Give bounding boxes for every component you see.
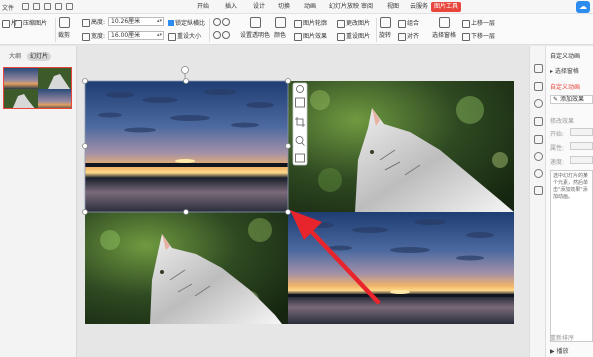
sunset-image-top-left[interactable]	[85, 81, 288, 212]
add-effect-button[interactable]: ✎ 添加效果	[550, 95, 593, 104]
speed-select[interactable]	[570, 156, 593, 164]
resize-handle	[285, 78, 291, 84]
cat-image-bottom-left[interactable]	[85, 212, 288, 324]
reorder-label: 重新排序	[550, 335, 575, 342]
selection-pane-link-label: 选择窗格	[554, 68, 579, 75]
start-label: 开始:	[550, 131, 565, 138]
copy-icon[interactable]	[534, 82, 543, 91]
slide-artwork	[82, 66, 514, 324]
resize-handle	[285, 209, 291, 215]
rotate-handle[interactable]	[181, 66, 189, 74]
shape-icon[interactable]	[534, 99, 543, 108]
adjust-icon[interactable]	[534, 117, 543, 126]
selection-pane-link[interactable]: ▸ 选择窗格	[550, 66, 579, 75]
resize-handle	[82, 78, 88, 84]
property-label: 属性:	[550, 145, 565, 152]
pencil-icon: ✎	[553, 96, 560, 103]
side-tool-strip	[529, 46, 546, 357]
speed-label: 速度:	[550, 159, 565, 166]
add-effect-label: 添加效果	[559, 96, 584, 103]
cat-image-top-right[interactable]	[288, 81, 514, 212]
resize-handle	[82, 143, 88, 149]
share-icon[interactable]	[534, 135, 543, 144]
panel-title: 自定义动画	[550, 53, 581, 60]
custom-animation-panel: 自定义动画 ▸ 选择窗格 自定义动画 ✎ 添加效果 修改效果 开始: 属性: 速…	[546, 46, 593, 357]
resize-handle	[82, 209, 88, 215]
animation-list[interactable]: 选中幻灯片的某个元素，然后单击"添加效果"添加动画。	[550, 170, 593, 342]
property-select[interactable]	[570, 142, 593, 150]
resize-handle	[183, 209, 189, 215]
history-icon[interactable]	[534, 152, 543, 161]
settings-icon[interactable]	[534, 64, 543, 73]
resize-handle	[183, 78, 189, 84]
play-label: 播放	[556, 348, 569, 355]
start-select[interactable]	[570, 128, 593, 136]
animation-hint: 选中幻灯片的某个元素，然后单击"添加效果"添加动画。	[553, 173, 589, 200]
modify-effect-label: 修改效果	[550, 118, 575, 125]
resize-handle	[285, 143, 291, 149]
help-icon[interactable]	[534, 169, 543, 178]
section-title: 自定义动画	[550, 84, 581, 91]
sunset-image-bottom-right[interactable]	[288, 212, 514, 324]
floating-toolbar	[292, 82, 308, 166]
more-icon[interactable]	[534, 186, 543, 195]
play-button[interactable]: ▶ 播放	[550, 346, 569, 355]
